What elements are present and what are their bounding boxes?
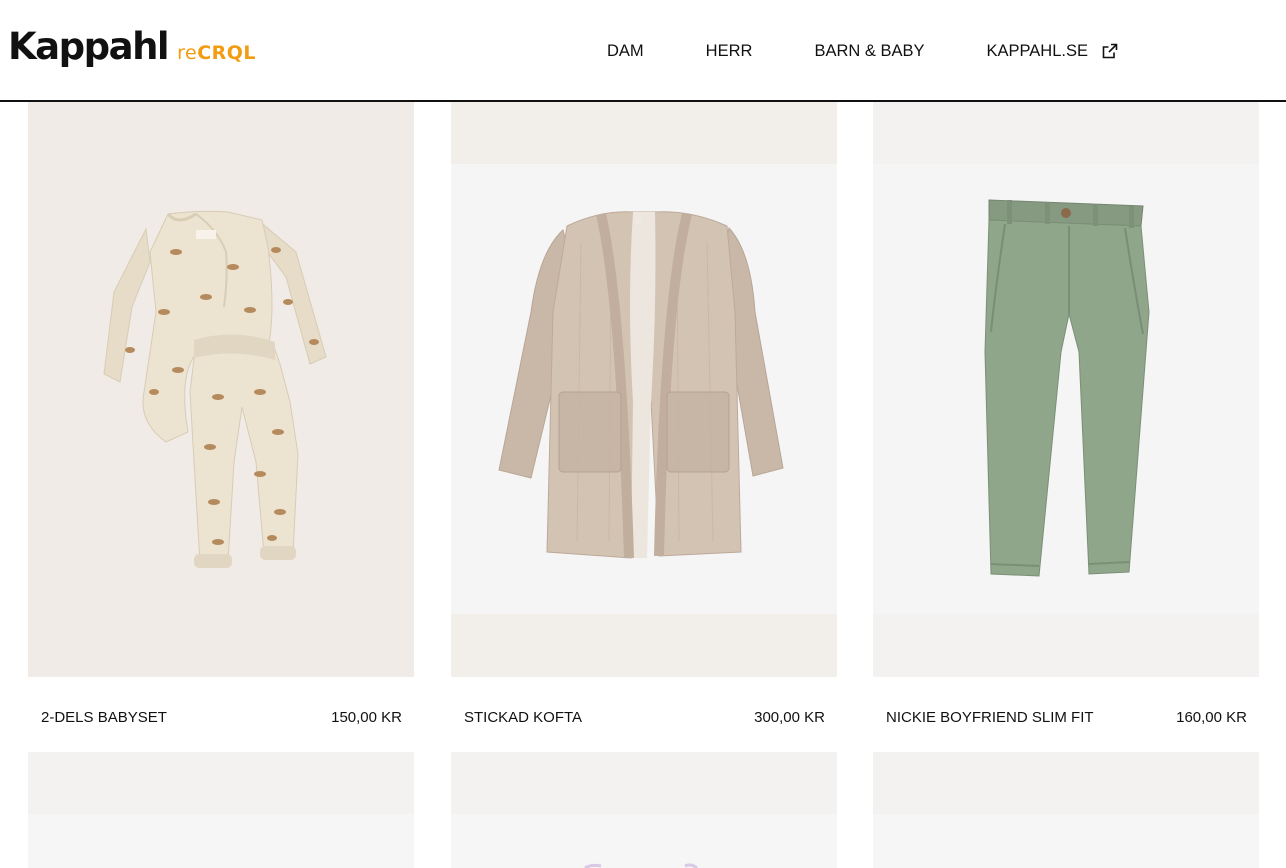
- nav-item-dam[interactable]: DAM: [607, 42, 644, 61]
- product-name[interactable]: NICKIE BOYFRIEND SLIM FIT: [886, 709, 1094, 726]
- logo-link[interactable]: Kappahl reCRQL: [8, 25, 256, 75]
- product-card[interactable]: 2-DELS BABYSET 150,00 KR: [28, 102, 414, 752]
- product-card[interactable]: [873, 752, 1259, 868]
- product-image[interactable]: [451, 752, 837, 868]
- baby-set-image[interactable]: [28, 102, 414, 677]
- product-card[interactable]: [28, 752, 414, 868]
- nav-item-herr[interactable]: HERR: [706, 42, 753, 61]
- external-link-icon: [1102, 43, 1118, 59]
- nav-item-barn-baby[interactable]: BARN & BABY: [814, 42, 924, 61]
- product-price: 150,00 KR: [331, 708, 402, 726]
- product-price: 300,00 KR: [754, 708, 825, 726]
- product-image[interactable]: [873, 752, 1259, 868]
- product-card[interactable]: [451, 752, 837, 868]
- nav-item-kappahl-se[interactable]: KAPPAHL.SE: [986, 42, 1118, 61]
- green-trousers-image[interactable]: [873, 102, 1259, 677]
- product-card[interactable]: NICKIE BOYFRIEND SLIM FIT 160,00 KR: [873, 102, 1259, 752]
- product-price: 160,00 KR: [1176, 708, 1247, 726]
- logo-suffix: CRQL: [197, 42, 257, 64]
- product-info: NICKIE BOYFRIEND SLIM FIT 160,00 KR: [873, 702, 1259, 732]
- logo-recrql: reCRQL: [177, 42, 256, 64]
- main-nav: DAM HERR BARN & BABY KAPPAHL.SE: [607, 38, 1118, 64]
- product-grid: 2-DELS BABYSET 150,00 KR STICKAD KOFTA 3…: [0, 102, 1286, 868]
- site-header: Kappahl reCRQL DAM HERR BARN & BABY KAPP…: [0, 0, 1286, 102]
- logo-prefix: re: [177, 42, 198, 64]
- product-info: STICKAD KOFTA 300,00 KR: [451, 702, 837, 732]
- product-info: 2-DELS BABYSET 150,00 KR: [28, 702, 414, 732]
- product-name[interactable]: STICKAD KOFTA: [464, 709, 582, 726]
- product-image[interactable]: [28, 752, 414, 868]
- nav-item-kappahl-se-label: KAPPAHL.SE: [986, 41, 1088, 60]
- product-card[interactable]: STICKAD KOFTA 300,00 KR: [451, 102, 837, 752]
- product-name[interactable]: 2-DELS BABYSET: [41, 709, 167, 726]
- logo-wordmark: Kappahl: [8, 25, 170, 68]
- knitted-cardigan-image[interactable]: [451, 102, 837, 677]
